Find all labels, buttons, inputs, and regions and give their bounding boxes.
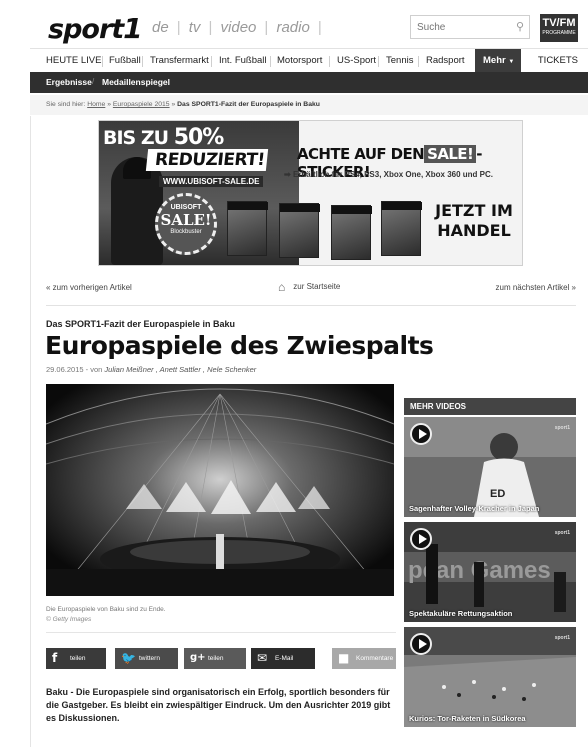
sale-badge: UBISOFT SALE! Blockbuster bbox=[155, 193, 217, 255]
game-cover-image bbox=[279, 203, 320, 258]
play-icon[interactable] bbox=[410, 528, 432, 550]
article-lead: Baku - Die Europaspiele sind organisator… bbox=[46, 687, 391, 723]
play-icon[interactable] bbox=[410, 423, 432, 445]
subnav-item-ergebnisse[interactable]: Ergebnisse bbox=[46, 77, 92, 87]
nav-item-transfermarkt[interactable]: Transfermarkt bbox=[150, 55, 209, 66]
comment-icon: ■ bbox=[338, 651, 350, 665]
chevron-down-icon: ▼ bbox=[508, 59, 515, 65]
domain-de[interactable]: de bbox=[152, 19, 169, 36]
sport1-watermark: sport1 bbox=[554, 425, 570, 431]
nav-item-heute-live[interactable]: HEUTE LIVE bbox=[46, 55, 101, 66]
stadium-fireworks-image bbox=[46, 384, 394, 596]
nav-item-int-fussball[interactable]: Int. Fußball bbox=[219, 55, 267, 66]
image-caption: Die Europaspiele von Baku sind zu Ende. bbox=[46, 606, 166, 613]
more-videos-sidebar: MEHR VIDEOS ED sport1 Sagenhafter Volley… bbox=[404, 398, 576, 747]
video-title: Spektakuläre Rettungsaktion bbox=[409, 609, 513, 618]
home-link[interactable]: ⌂ zur Startseite bbox=[278, 280, 340, 294]
domain-links: de | tv | video | radio | bbox=[152, 19, 322, 36]
facebook-icon: f bbox=[52, 651, 58, 665]
domain-video[interactable]: video bbox=[221, 19, 257, 36]
ubisoft-ad-banner[interactable]: BIS ZU 50% REDUZIERT! WWW.UBISOFT-SALE.D… bbox=[98, 120, 523, 266]
video-title: Kurios: Tor-Raketen in Südkorea bbox=[409, 714, 526, 723]
game-cover-image bbox=[381, 201, 422, 256]
article-byline: 29.06.2015 - von Julian Meißner , Anett … bbox=[46, 365, 257, 374]
facebook-share-button[interactable]: f teilen bbox=[46, 648, 106, 669]
nav-more-button[interactable]: Mehr ▼ bbox=[475, 49, 521, 72]
nav-item-us-sport[interactable]: US-Sport bbox=[337, 55, 376, 66]
ad-reduziert-box: REDUZIERT! bbox=[145, 149, 269, 171]
article-kicker: Das SPORT1-Fazit der Europaspiele in Bak… bbox=[46, 319, 236, 329]
more-videos-title: MEHR VIDEOS bbox=[404, 398, 576, 415]
tvfm-button[interactable]: TV/FM PROGRAMME bbox=[540, 14, 578, 42]
play-icon[interactable] bbox=[410, 633, 432, 655]
breadcrumb: Sie sind hier: Home » Europaspiele 2015 … bbox=[30, 95, 588, 115]
search-icon[interactable]: ⚲ bbox=[516, 20, 524, 33]
article-nav: « zum vorherigen Artikel ⌂ zur Startseite… bbox=[46, 280, 576, 297]
video-teaser[interactable]: sport1 Kurios: Tor-Raketen in Südkorea bbox=[404, 627, 576, 727]
nav-item-fussball[interactable]: Fußball bbox=[109, 55, 141, 66]
breadcrumb-section-link[interactable]: Europaspiele 2015 bbox=[113, 101, 170, 108]
divider bbox=[46, 305, 576, 306]
twitter-bird-icon: 🐦 bbox=[121, 651, 136, 665]
next-article-link[interactable]: zum nächsten Artikel » bbox=[496, 283, 576, 292]
prev-article-link[interactable]: « zum vorherigen Artikel bbox=[46, 283, 132, 292]
search-input[interactable] bbox=[411, 16, 507, 38]
breadcrumb-current: Das SPORT1-Fazit der Europaspiele in Bak… bbox=[177, 101, 320, 108]
image-credit: © Getty Images bbox=[46, 616, 92, 623]
envelope-icon: ✉ bbox=[257, 651, 268, 665]
gplus-share-button[interactable]: g+ teilen bbox=[184, 648, 246, 669]
ad-url: WWW.UBISOFT-SALE.DE bbox=[159, 176, 264, 187]
search-box: ⚲ bbox=[410, 15, 530, 39]
nav-item-motorsport[interactable]: Motorsport bbox=[277, 55, 322, 66]
nav-item-radsport[interactable]: Radsport bbox=[426, 55, 465, 66]
video-teaser[interactable]: ED sport1 Sagenhafter Volley-Kracher in … bbox=[404, 417, 576, 517]
main-nav: HEUTE LIVE Fußball Transfermarkt Int. Fu… bbox=[30, 48, 588, 72]
svg-text:ED: ED bbox=[490, 488, 505, 500]
nav-item-tickets[interactable]: TICKETS bbox=[538, 55, 578, 66]
breadcrumb-home-link[interactable]: Home bbox=[87, 101, 105, 108]
email-share-button[interactable]: ✉ E-Mail bbox=[251, 648, 315, 669]
sub-nav: Ergebnisse / Medaillenspiegel bbox=[30, 72, 588, 93]
article-date: 29.06.2015 bbox=[46, 365, 84, 374]
twitter-share-button[interactable]: 🐦 twittern bbox=[115, 648, 178, 669]
ad-platforms: ➡ Erhältlich für PS4, PS3, Xbox One, Xbo… bbox=[284, 170, 493, 179]
domain-tv[interactable]: tv bbox=[189, 19, 201, 36]
sport1-watermark: sport1 bbox=[554, 635, 570, 641]
sport1-logo[interactable]: sport1 bbox=[48, 12, 143, 45]
domain-radio[interactable]: radio bbox=[276, 19, 309, 36]
sport1-watermark: sport1 bbox=[554, 530, 570, 536]
gplus-icon: g+ bbox=[190, 652, 206, 663]
site-header: sport1 de| tv| video| radio| ⚲ TV/FMPROG… bbox=[30, 0, 588, 46]
subnav-item-medaillenspiegel[interactable]: Medaillenspiegel bbox=[102, 77, 170, 87]
game-cover-image bbox=[331, 205, 372, 260]
article-headline: Europaspiele des Zwiespalts bbox=[45, 331, 434, 360]
home-icon: ⌂ bbox=[278, 280, 286, 294]
article-authors[interactable]: Julian Meißner , Anett Sattler , Nele Sc… bbox=[104, 365, 256, 374]
nav-item-tennis[interactable]: Tennis bbox=[386, 55, 413, 66]
ad-discount-text: BIS ZU 50% bbox=[103, 125, 224, 150]
video-teaser[interactable]: pean Games sport1 Spektakuläre Rettungsa… bbox=[404, 522, 576, 622]
video-title: Sagenhafter Volley-Kracher in Japan bbox=[409, 504, 540, 513]
divider bbox=[46, 632, 396, 633]
comments-button[interactable]: ■ Kommentare bbox=[332, 648, 396, 669]
ad-cta: JETZT IM HANDEL bbox=[435, 201, 513, 240]
game-cover-image bbox=[227, 201, 268, 256]
